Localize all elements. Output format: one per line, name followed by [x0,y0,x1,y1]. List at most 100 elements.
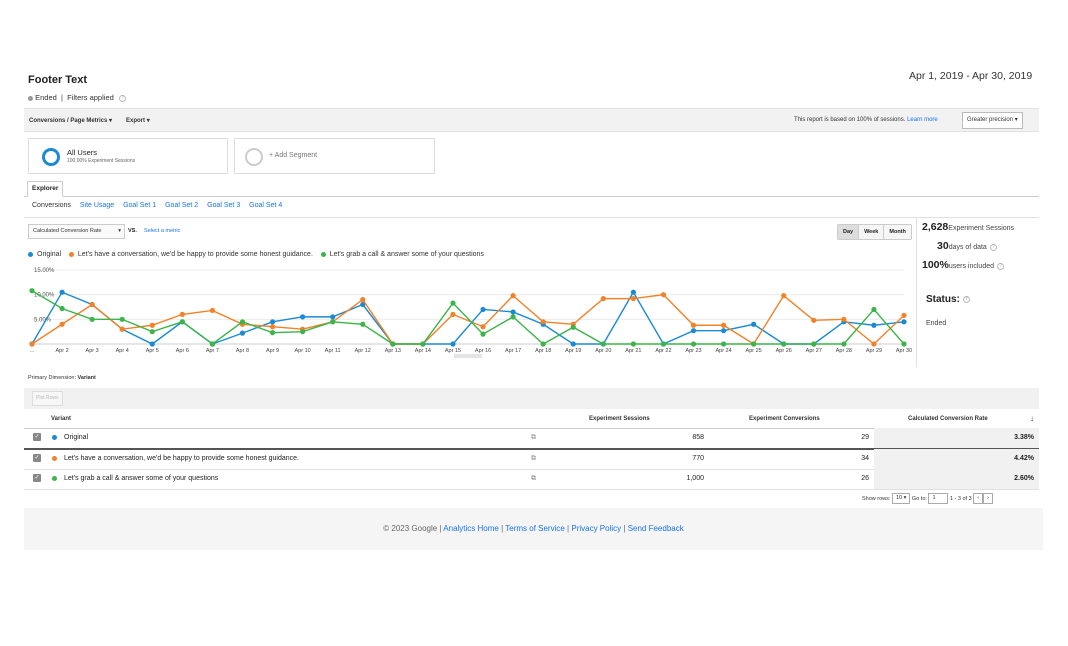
date-range-picker[interactable]: Apr 1, 2019 - Apr 30, 2019 [909,70,1032,82]
subtab-site-usage[interactable]: Site Usage [80,202,114,209]
week-button[interactable]: Week [859,225,885,239]
variant-dot-icon [52,456,57,461]
legend-dot-variant-2 [320,251,326,257]
learn-more-link[interactable]: Learn more [907,117,938,123]
plot-rows-button[interactable]: Plot Rows [32,391,63,406]
subtab-goal-set-2[interactable]: Goal Set 2 [165,202,198,209]
x-tick-label: ... [30,348,35,354]
prev-page-button[interactable]: ‹ [973,493,984,504]
data-point [690,322,697,328]
goto-input[interactable]: 1 [928,493,949,504]
add-segment-label: + Add Segment [269,152,318,159]
col-variant[interactable]: Variant [51,416,71,422]
col-rate[interactable]: Calculated Conversion Rate [908,416,988,422]
data-point [450,300,456,306]
chevron-down-icon: ▾ [146,118,150,124]
status-dot-icon [28,95,33,101]
conversion-rate-chart: 15.00%10.00%5.00%... Apr 2 Apr 3 Apr 4 Apr 5… [29,268,912,358]
footer-link-analytics-home[interactable]: Analytics Home [443,524,499,533]
footer-link-privacy[interactable]: Privacy Policy [571,524,621,533]
col-sessions[interactable]: Experiment Sessions [589,416,650,422]
footer: © 2023 Google | Analytics Home | Terms o… [24,508,1043,550]
row-checkbox[interactable]: ✓ [33,433,41,441]
data-point [871,322,877,328]
subtab-goal-set-3[interactable]: Goal Set 3 [207,202,240,209]
metric-dropdown[interactable]: Calculated Conversion Rate ▾ [28,224,125,239]
data-point [630,289,636,295]
x-tick-label: Apr 12 [355,348,371,354]
month-button[interactable]: Month [884,225,911,239]
precision-dropdown[interactable]: Greater precision ▾ [962,112,1023,129]
data-point [209,341,216,347]
legend-dot-variant-1 [68,251,74,257]
x-tick-label: Apr 24 [715,348,731,354]
help-icon[interactable]: ? [118,94,126,102]
subtab-goal-set-1[interactable]: Goal Set 1 [123,202,156,209]
status-text: Ended [35,93,57,102]
x-tick-label: Apr 4 [116,348,129,354]
x-tick-label: Apr 13 [385,348,401,354]
help-icon[interactable]: ? [962,295,970,303]
data-point [871,341,877,347]
primary-dimension: Primary Dimension: Variant [28,375,96,381]
data-point [901,341,907,347]
footer-link-feedback[interactable]: Send Feedback [628,524,684,533]
tab-explorer[interactable]: Explorer [27,181,64,197]
compare-icon[interactable]: ⧉ [531,455,536,463]
row-checkbox[interactable]: ✓ [33,474,41,482]
compare-icon[interactable]: ⧉ [531,475,536,483]
data-point [901,312,907,318]
x-tick-label: Apr 28 [836,348,852,354]
segment-all-users[interactable]: All Users 100.00% Experiment Sessions [28,138,228,174]
show-rows-select[interactable]: 10 ▾ [891,493,911,504]
add-segment-button[interactable]: + Add Segment [234,138,435,174]
data-point [29,341,35,347]
page-range: 1 - 3 of 3 [949,495,972,502]
compare-icon[interactable]: ⧉ [531,434,536,442]
data-point [600,341,606,347]
x-tick-label: Apr 26 [776,348,792,354]
data-point [630,341,636,347]
y-tick-label: 15.00% [34,268,55,274]
data-point [480,306,486,313]
data-point [570,341,576,347]
data-point [901,319,907,325]
x-tick-label: Apr 6 [176,348,189,354]
chart-legend: Original Let's have a conversation, we'd… [28,251,484,258]
x-tick-label: Apr 16 [475,348,491,354]
report-toolbar: Conversions / Page Metrics ▾ Export ▾ Th… [24,108,1039,132]
granularity-group: Day Week Month [837,224,912,240]
help-icon[interactable]: ? [997,262,1004,270]
x-tick-label: Apr 17 [505,348,521,354]
data-point [269,319,276,325]
day-button[interactable]: Day [838,225,860,239]
breadcrumb-dropdown[interactable]: Conversions / Page Metrics ▾ [29,117,112,124]
data-point [841,316,847,322]
table-row: ✓ Original ⧉ 858 29 3.38% [24,428,1039,448]
x-tick-label: Apr 30 [896,348,912,354]
subtab-conversions[interactable]: Conversions [32,202,71,209]
chevron-down-icon: ▾ [109,118,113,124]
col-conversions[interactable]: Experiment Conversions [749,416,820,422]
next-page-button[interactable]: › [983,493,993,504]
select-metric-link[interactable]: Select a metric [144,228,180,234]
x-tick-label: Apr 10 [295,348,311,354]
sort-arrow-icon[interactable]: ↓ [1030,414,1034,423]
help-icon[interactable]: ? [989,243,997,251]
footer-link-terms[interactable]: Terms of Service [505,524,565,533]
data-point [179,311,185,317]
data-point [751,341,757,347]
export-dropdown[interactable]: Export ▾ [126,117,150,124]
data-point [751,321,757,327]
x-tick-label: Apr 9 [266,348,279,354]
row-checkbox[interactable]: ✓ [33,454,41,462]
stat-sessions: 2,628Experiment Sessions [922,221,1015,233]
x-tick-label: Apr 3 [86,348,99,354]
subtab-goal-set-4[interactable]: Goal Set 4 [249,202,282,209]
data-point [600,296,606,302]
data-point [841,341,847,347]
data-point [300,314,306,320]
data-point [480,324,486,330]
data-point [540,341,546,347]
data-point [660,341,667,347]
